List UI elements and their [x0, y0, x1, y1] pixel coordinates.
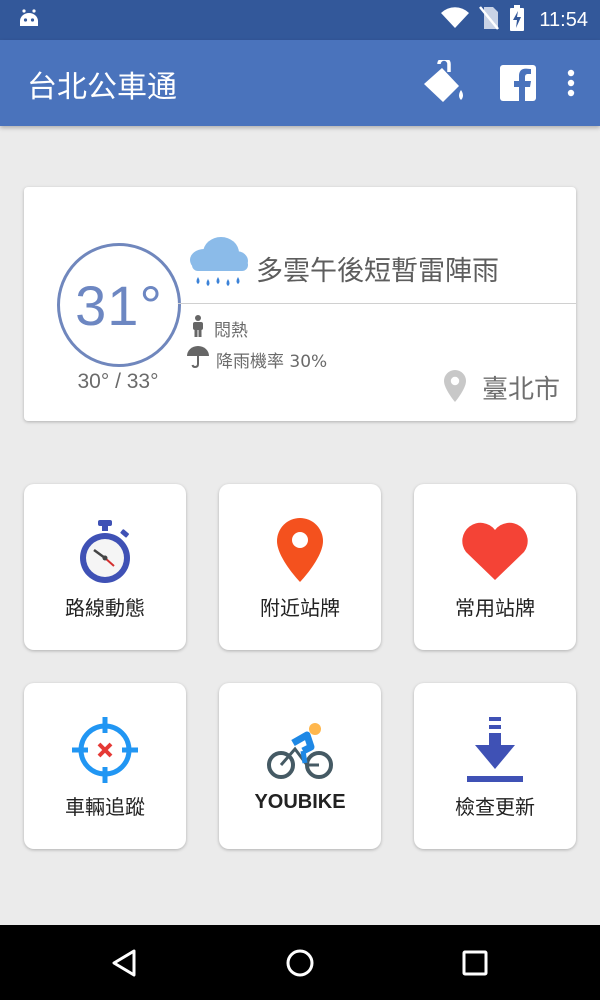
rain-probability: 降雨機率 30%: [216, 351, 328, 372]
heart-icon: [414, 522, 576, 580]
tile-favorite-stops[interactable]: 常用站牌: [414, 484, 576, 650]
tile-label: 檢查更新: [455, 795, 535, 819]
system-navigation-bar: [0, 925, 600, 1000]
crosshair-icon: [24, 717, 186, 783]
tile-label: YOUBIKE: [254, 791, 346, 813]
home-icon[interactable]: [282, 945, 318, 981]
download-icon: [414, 717, 576, 783]
weather-card[interactable]: 31° 30° / 33° 多雲午後短暫雷陣雨 悶熱 降雨機率 30% 臺北市: [24, 187, 576, 421]
person-icon: [192, 315, 204, 341]
comfort-text: 悶熱: [214, 320, 248, 341]
cyclist-icon: [219, 721, 381, 781]
tile-label: 路線動態: [65, 596, 145, 620]
app-title: 台北公車通: [27, 70, 177, 105]
location-pin-icon: [219, 518, 381, 582]
tile-label: 附近站牌: [260, 596, 340, 620]
facebook-icon[interactable]: [490, 55, 546, 111]
temperature-range: 30° / 33°: [77, 370, 159, 393]
weather-divider: [178, 303, 576, 304]
tile-vehicle-tracking[interactable]: 車輛追蹤: [24, 683, 186, 849]
stopwatch-icon: [24, 520, 186, 584]
recents-icon[interactable]: [457, 945, 493, 981]
current-temperature-circle: 31°: [57, 243, 181, 367]
tile-label: 車輛追蹤: [65, 795, 145, 819]
wifi-icon: [441, 7, 470, 33]
android-debug-icon: [18, 8, 40, 36]
tile-label: 常用站牌: [455, 596, 535, 620]
back-icon[interactable]: [106, 945, 142, 981]
weather-description: 多雲午後短暫雷陣雨: [256, 256, 499, 287]
location-marker-icon: [443, 369, 466, 406]
app-bar: 台北公車通: [0, 40, 600, 126]
status-bar: 11:54: [0, 0, 600, 40]
location-name: 臺北市: [481, 375, 560, 405]
tile-route-status[interactable]: 路線動態: [24, 484, 186, 650]
no-sim-icon: [479, 6, 500, 34]
current-temperature: 31°: [75, 273, 163, 337]
more-vert-icon[interactable]: [556, 55, 586, 111]
clock-time: 11:54: [539, 8, 588, 31]
rain-cloud-icon: [184, 233, 250, 297]
umbrella-icon: [186, 345, 210, 373]
paint-bucket-icon[interactable]: [416, 55, 472, 111]
tile-nearby-stops[interactable]: 附近站牌: [219, 484, 381, 650]
battery-charging-icon: [509, 5, 525, 35]
tile-check-updates[interactable]: 檢查更新: [414, 683, 576, 849]
tile-youbike[interactable]: YOUBIKE: [219, 683, 381, 849]
